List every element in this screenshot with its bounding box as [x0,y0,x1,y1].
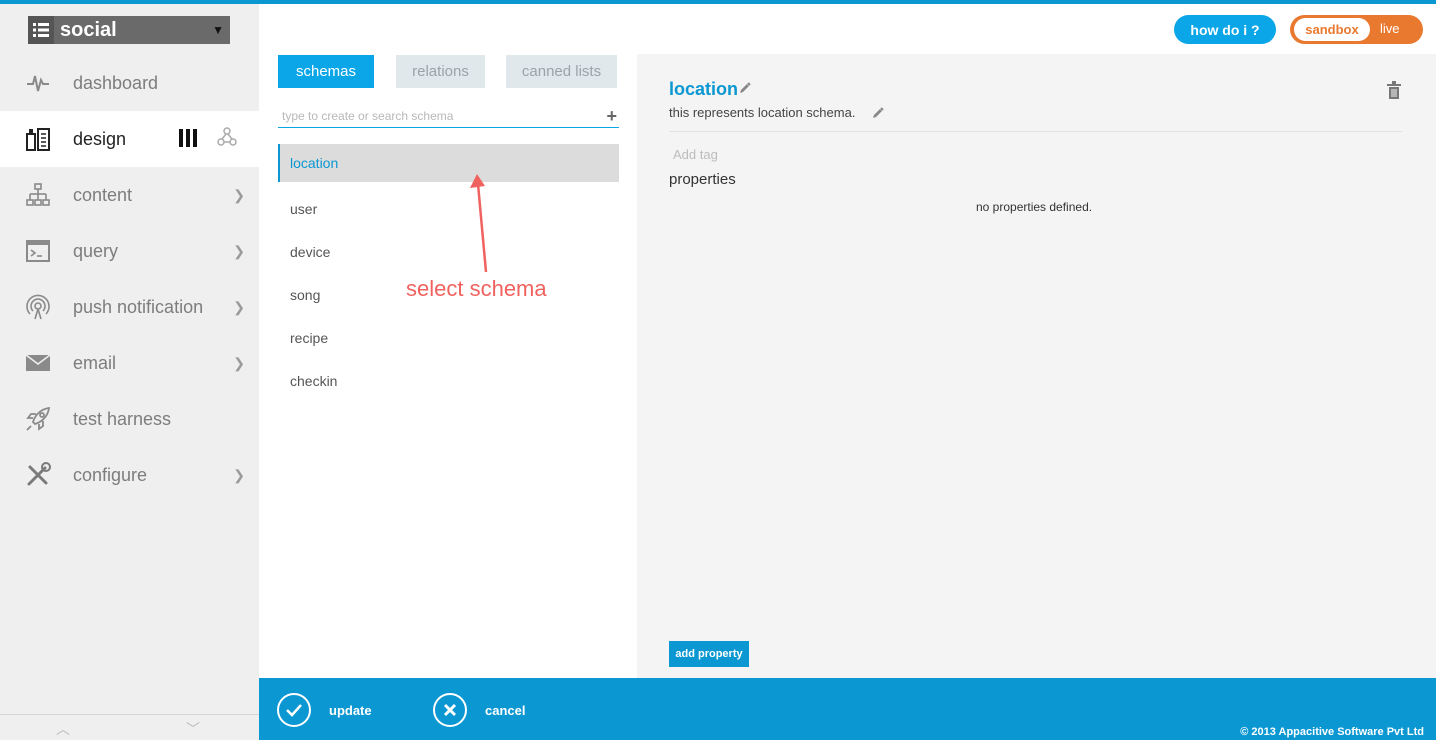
schema-title: location [669,79,739,99]
sidebar-item-label: query [73,240,119,261]
environment-toggle[interactable]: sandbox live [1290,15,1423,44]
tab-relations[interactable]: relations [396,55,485,88]
columns-icon[interactable] [178,129,198,152]
chevron-right-icon: ❯ [233,355,245,371]
schema-detail-panel: location this represents location schema… [637,54,1436,678]
sandbox-option[interactable]: sandbox [1294,18,1370,41]
plus-icon[interactable]: + [606,106,617,126]
chevron-up-icon[interactable]: ︿ [56,719,70,739]
app-selector[interactable]: social ▼ [28,16,230,44]
sidebar-item-content[interactable]: content ❯ [0,167,259,223]
sidebar-item-design[interactable]: design [0,111,259,167]
footer-bar: update cancel © 2013 Appacitive Software… [259,678,1436,740]
annotation-arrow [470,174,488,273]
sidebar-item-push-notification[interactable]: push notification ❯ [0,279,259,335]
properties-heading: properties [669,171,736,188]
chevron-right-icon: ❯ [233,299,245,315]
add-tag-input[interactable]: Add tag [673,147,718,162]
sitemap-icon [25,182,51,208]
chevron-down-icon[interactable]: ﹀ [186,719,200,739]
schema-list-item[interactable]: location [278,144,619,182]
sidebar-item-test-harness[interactable]: test harness [0,391,259,447]
sidebar: social ▼ dashboard design content ❯ quer… [0,4,259,740]
pencil-icon[interactable] [872,106,884,124]
close-icon [433,693,467,727]
schema-search: + [278,106,619,128]
schema-list-item[interactable]: recipe [278,316,619,359]
divider [669,131,1402,132]
annotation-label: select schema [406,276,547,301]
live-option[interactable]: live [1380,21,1400,36]
schema-list-item[interactable]: user [278,187,619,230]
chevron-right-icon: ❯ [233,187,245,203]
terminal-icon [25,238,51,264]
empty-properties-message: no properties defined. [976,200,1093,214]
pulse-icon [25,70,51,96]
schema-list-item[interactable]: checkin [278,359,619,402]
app-name: social [60,18,117,41]
sidebar-item-label: email [73,352,117,373]
chevron-down-icon: ▼ [212,23,224,37]
rocket-icon [25,406,51,432]
sidebar-item-email[interactable]: email ❯ [0,335,259,391]
cancel-button[interactable]: cancel [433,693,525,727]
schema-list: location user device song recipe checkin [278,144,619,402]
sidebar-item-label: test harness [73,408,172,429]
broadcast-icon [25,294,51,320]
cancel-label: cancel [485,702,526,718]
sidebar-item-configure[interactable]: configure ❯ [0,447,259,503]
list-icon [28,16,54,44]
how-do-i-button[interactable]: how do i ? [1174,15,1276,44]
schema-description: this represents location schema. [669,105,856,120]
copyright: © 2013 Appacitive Software Pvt Ltd [1240,726,1424,738]
chevron-right-icon: ❯ [233,467,245,483]
chevron-right-icon: ❯ [233,243,245,259]
add-property-button[interactable]: add property [669,641,749,667]
design-icon [25,126,51,152]
sidebar-nav: dashboard design content ❯ query ❯ push … [0,55,259,503]
graph-icon[interactable] [217,127,237,152]
sidebar-item-query[interactable]: query ❯ [0,223,259,279]
update-button[interactable]: update [277,693,372,727]
pencil-icon[interactable] [739,81,751,99]
trash-icon[interactable] [1386,81,1402,104]
envelope-icon [25,350,51,376]
sidebar-item-label: dashboard [73,72,159,93]
check-icon [277,693,311,727]
tools-icon [25,462,51,488]
tab-canned-lists[interactable]: canned lists [506,55,617,88]
sidebar-item-dashboard[interactable]: dashboard [0,55,259,111]
sidebar-item-label: configure [73,464,148,485]
sidebar-item-label: content [73,184,133,205]
schema-search-input[interactable] [278,106,588,126]
sidebar-item-label: design [73,128,127,149]
tab-schemas[interactable]: schemas [278,55,374,88]
sidebar-footer: ︿ ﹀ [0,714,259,740]
update-label: update [329,702,372,718]
sidebar-item-label: push notification [73,296,204,317]
schema-list-item[interactable]: device [278,230,619,273]
